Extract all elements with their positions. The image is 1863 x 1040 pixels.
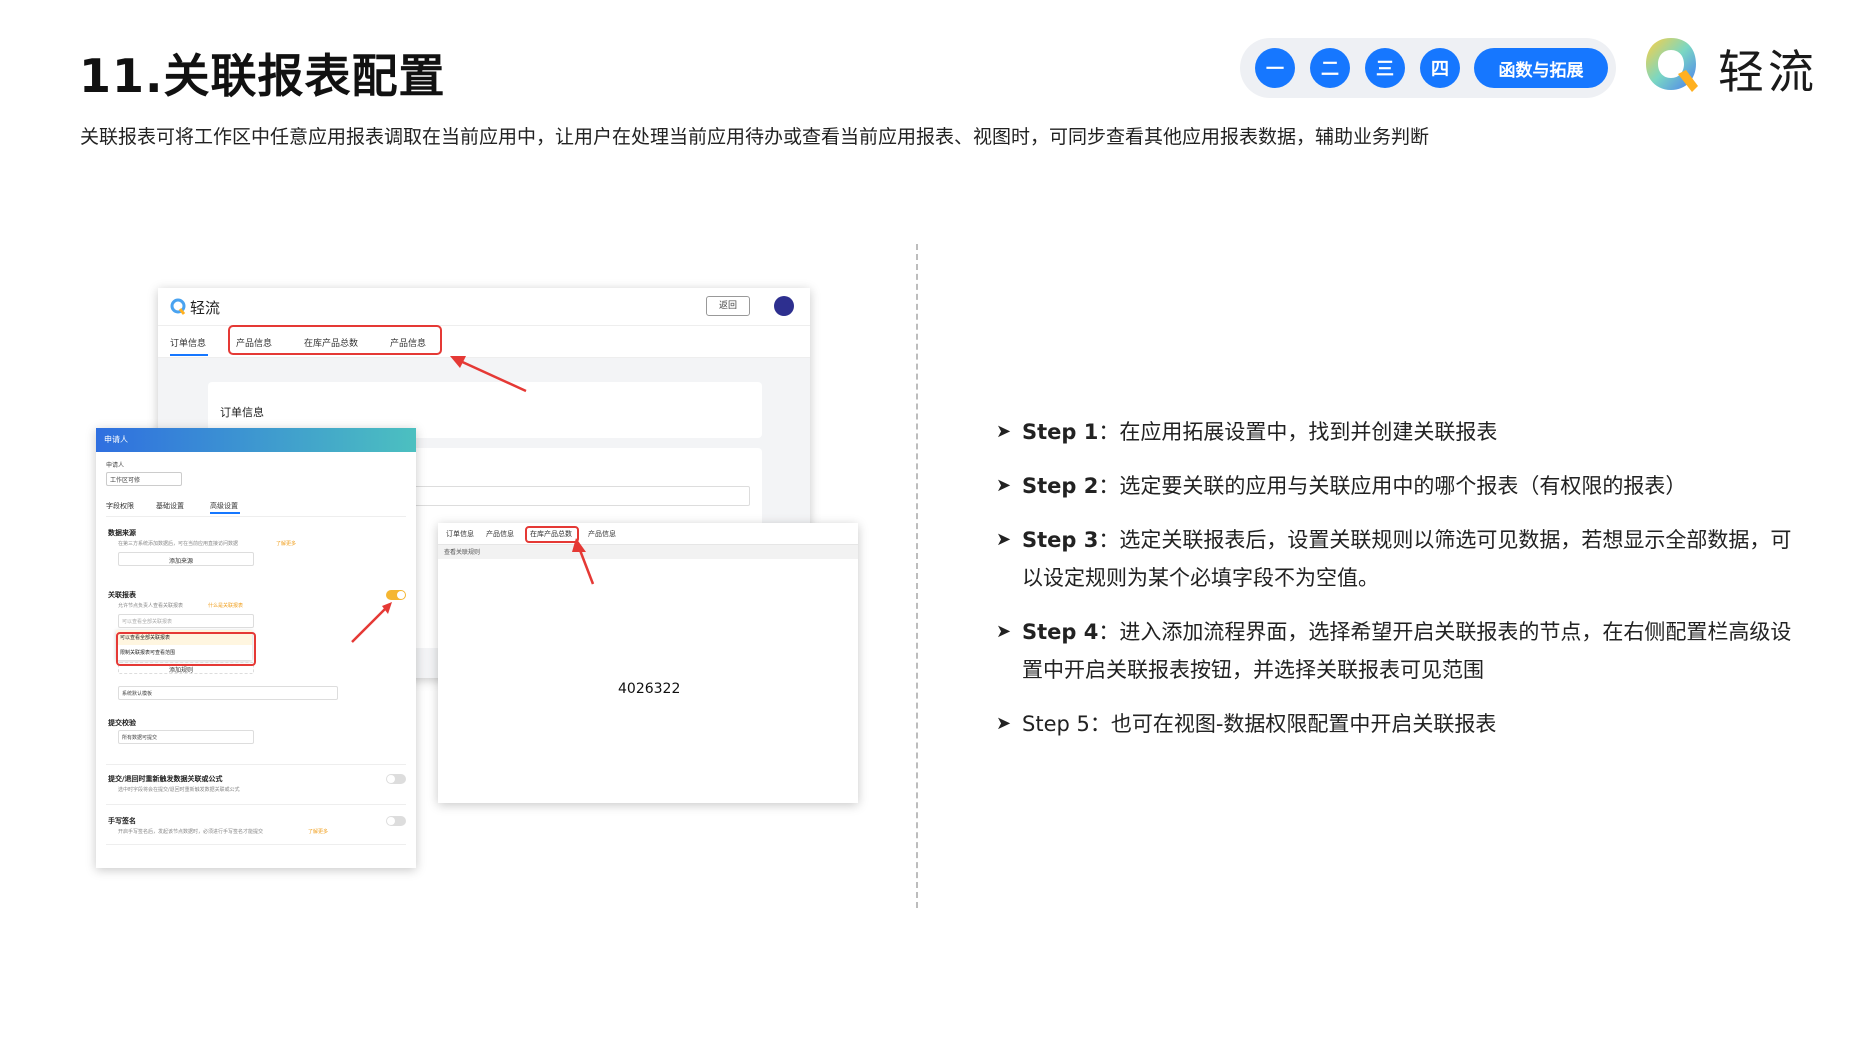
signature-learn-link[interactable]: 了解更多 — [308, 828, 328, 835]
step-1: ➤ Step 1：在应用拓展设置中，找到并创建关联报表 — [996, 413, 1796, 451]
signature-title: 手写签名 — [108, 817, 136, 825]
applicant-select-value: 工作区可修 — [110, 477, 141, 484]
signature-toggle[interactable] — [386, 816, 406, 826]
signature-desc: 开启手写签名后，发起该节点数据时，必须进行手写签名才能提交 — [118, 829, 264, 835]
dropdown-highlight-box — [116, 632, 256, 666]
mini-logo-icon — [170, 298, 186, 315]
step-5-label: Step 5 — [1022, 712, 1090, 736]
step-4: ➤ Step 4：进入添加流程界面，选择希望开启关联报表的节点，在右侧配置栏高级… — [996, 613, 1796, 689]
arrow-bullet-icon: ➤ — [996, 713, 1012, 734]
data-source-learn-link[interactable]: 了解更多 — [276, 540, 296, 547]
avatar[interactable] — [774, 296, 794, 316]
mock-app-header: 轻流 返回 — [158, 288, 810, 326]
step-2-label: Step 2 — [1022, 474, 1099, 498]
trigger-desc: 选中时字段将会在提交/退回时重新触发数据关联或公式 — [118, 787, 240, 793]
step-3-text: ：选定关联报表后，设置关联规则以筛选可见数据，若想显示全部数据，可以设定规则为某… — [1022, 528, 1792, 590]
chapter-3-button[interactable]: 三 — [1365, 48, 1405, 88]
applicant-select[interactable]: 工作区可修 — [106, 472, 182, 486]
linked-report-learn-link[interactable]: 什么是关联报表 — [208, 602, 243, 609]
submit-check-value: 所有数据可提交 — [122, 735, 158, 741]
view-rule-link[interactable]: 查看关联规则 — [444, 547, 480, 556]
tabs-highlight-box — [228, 325, 442, 355]
report-value: 4026322 — [618, 681, 681, 697]
section-divider-2 — [106, 804, 406, 805]
trigger-toggle[interactable] — [386, 774, 406, 784]
arrow-bullet-icon: ➤ — [996, 475, 1012, 496]
linked-report-desc: 允许节点负责人查看关联报表 — [118, 603, 184, 609]
report-tab-product[interactable]: 产品信息 — [486, 529, 514, 539]
add-rule-label: 添加规则 — [169, 667, 194, 674]
chapter-2-button[interactable]: 二 — [1310, 48, 1350, 88]
step-4-text: ：进入添加流程界面，选择希望开启关联报表的节点，在右侧配置栏高级设置中开启关联报… — [1022, 620, 1792, 682]
report-tabbar: 订单信息 产品信息 在库产品总数 产品信息 — [438, 523, 858, 545]
page-title: 11.关联报表配置 — [79, 49, 446, 103]
linked-report-select[interactable]: 可以查看全部关联报表 — [118, 614, 254, 628]
report-toolbar: 查看关联规则 — [438, 545, 858, 559]
panel-header: 申请人 — [96, 428, 416, 452]
linked-report-toggle[interactable] — [386, 590, 406, 600]
submit-check-title: 提交校验 — [108, 719, 136, 727]
section-divider-3 — [106, 844, 406, 845]
step-5-text: ：也可在视图-数据权限配置中开启关联报表 — [1089, 712, 1497, 736]
add-source-button[interactable]: 添加来源 — [118, 552, 254, 566]
report-tab-product-2[interactable]: 产品信息 — [588, 529, 616, 539]
report-tab-order[interactable]: 订单信息 — [446, 529, 474, 539]
panel-tab-divider — [106, 516, 406, 517]
data-source-title: 数据来源 — [108, 529, 136, 537]
qingflow-logo-icon — [1646, 38, 1698, 92]
step-1-label: Step 1 — [1022, 420, 1099, 444]
section-divider-dashed — [916, 244, 918, 908]
chapter-1-button[interactable]: 一 — [1255, 48, 1295, 88]
step-3: ➤ Step 3：选定关联报表后，设置关联规则以筛选可见数据，若想显示全部数据，… — [996, 521, 1796, 597]
panel-tab-basic[interactable]: 基础设置 — [156, 501, 184, 511]
submit-check-select[interactable]: 所有数据可提交 — [118, 730, 254, 744]
applicant-label: 申请人 — [106, 462, 125, 469]
mini-brand: 轻流 — [190, 299, 221, 317]
panel-header-title: 申请人 — [104, 435, 128, 444]
add-source-label: 添加来源 — [169, 558, 194, 565]
trigger-title: 提交/退回时重新触发数据关联或公式 — [108, 775, 223, 783]
active-tab-underline — [170, 354, 208, 356]
report-tab-highlight-box — [525, 526, 579, 543]
panel-active-tab-underline — [210, 512, 240, 514]
data-source-desc: 在第三方系统添加数据后，可在当前应用直接访问数据 — [118, 541, 239, 547]
tab-order-info[interactable]: 订单信息 — [170, 336, 206, 349]
steps-list: ➤ Step 1：在应用拓展设置中，找到并创建关联报表 ➤ Step 2：选定要… — [996, 413, 1796, 759]
chapter-functions-tag[interactable]: 函数与拓展 — [1474, 48, 1608, 88]
brand-name: 轻流 — [1718, 45, 1818, 99]
arrow-bullet-icon: ➤ — [996, 621, 1012, 642]
panel-tab-fields[interactable]: 字段权限 — [106, 501, 134, 511]
default-template-input[interactable]: 系统默认模板 — [118, 686, 338, 700]
chapter-4-button[interactable]: 四 — [1420, 48, 1460, 88]
mock-report-window: 订单信息 产品信息 在库产品总数 产品信息 查看关联规则 4026322 — [438, 523, 858, 803]
section-divider — [106, 764, 406, 765]
linked-report-select-placeholder: 可以查看全部关联报表 — [122, 619, 173, 625]
step-2: ➤ Step 2：选定要关联的应用与关联应用中的哪个报表（有权限的报表） — [996, 467, 1796, 505]
panel-tab-advanced[interactable]: 高级设置 — [210, 501, 238, 511]
order-card-title: 订单信息 — [220, 406, 264, 419]
step-2-text: ：选定要关联的应用与关联应用中的哪个报表（有权限的报表） — [1098, 474, 1687, 498]
page-subtitle: 关联报表可将工作区中任意应用报表调取在当前应用中，让用户在处理当前应用待办或查看… — [80, 126, 1430, 148]
back-button[interactable]: 返回 — [706, 296, 750, 316]
arrow-bullet-icon: ➤ — [996, 529, 1012, 550]
step-1-text: ：在应用拓展设置中，找到并创建关联报表 — [1098, 420, 1498, 444]
arrow-bullet-icon: ➤ — [996, 421, 1012, 442]
step-3-label: Step 3 — [1022, 528, 1099, 552]
linked-report-title: 关联报表 — [108, 591, 136, 599]
default-template-value: 系统默认模板 — [122, 691, 153, 697]
step-4-label: Step 4 — [1022, 620, 1099, 644]
step-5: ➤ Step 5：也可在视图-数据权限配置中开启关联报表 — [996, 705, 1796, 743]
